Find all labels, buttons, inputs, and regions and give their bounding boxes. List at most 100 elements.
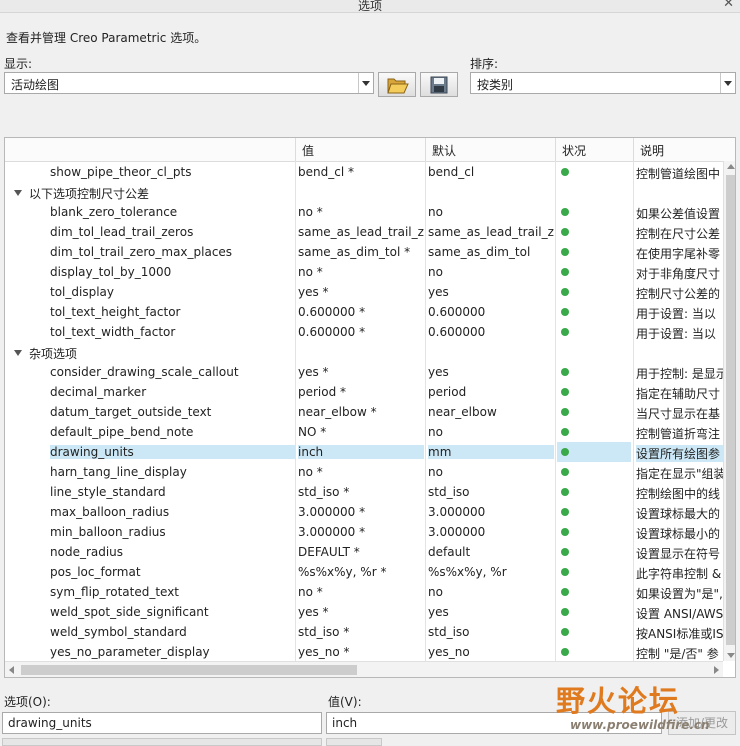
- sort-combo[interactable]: 按类别: [470, 72, 736, 94]
- table-row[interactable]: line_style_standard std_iso * std_iso 控制绘图中…: [5, 482, 723, 502]
- sort-value: 按类别: [477, 78, 514, 92]
- table-row[interactable]: sym_flip_rotated_text no * no 如果设置为"是",: [5, 582, 723, 602]
- table-row[interactable]: node_radius DEFAULT * default 设置显示在符号: [5, 542, 723, 562]
- table-row[interactable]: drawing_units inch mm 设置所有绘图参: [5, 442, 723, 462]
- chevron-down-icon[interactable]: [720, 73, 735, 93]
- option-default: no: [428, 585, 443, 599]
- option-default: bend_cl: [428, 165, 475, 179]
- option-default: no: [428, 205, 443, 219]
- value-input-value: inch: [332, 716, 358, 730]
- option-name: tol_text_width_factor: [50, 325, 176, 339]
- option-default: std_iso: [428, 625, 470, 639]
- status-ok-icon: [561, 248, 569, 256]
- status-ok-icon: [561, 568, 569, 576]
- table-row[interactable]: dim_tol_trail_zero_max_places same_as_dim…: [5, 242, 723, 262]
- horizontal-scrollbar[interactable]: [5, 661, 723, 677]
- option-description: 在使用字尾补零: [636, 247, 721, 261]
- option-name: tol_text_height_factor: [50, 305, 181, 319]
- table-row[interactable]: tol_text_width_factor 0.600000 * 0.600000 用…: [5, 322, 723, 342]
- group-label: 以下选项控制尺寸公差: [29, 187, 150, 201]
- status-ok-icon: [561, 268, 569, 276]
- bottom-edge: [326, 738, 382, 746]
- option-name: max_balloon_radius: [50, 505, 170, 519]
- scroll-down-icon[interactable]: [727, 653, 735, 658]
- table-row[interactable]: show_pipe_theor_cl_pts bend_cl * bend_cl 控制…: [5, 162, 723, 182]
- status-ok-icon: [561, 608, 569, 616]
- option-description: 控制管道绘图中: [636, 167, 721, 181]
- chevron-down-icon[interactable]: [358, 73, 373, 93]
- option-description: 控制绘图中的线: [636, 487, 721, 501]
- save-config-button[interactable]: [420, 72, 458, 97]
- option-value: same_as_lead_trail_zeros: [298, 225, 424, 239]
- option-default: no: [428, 465, 443, 479]
- status-ok-icon: [561, 408, 569, 416]
- table-row[interactable]: pos_loc_format %s%x%y, %r * %s%x%y, %r 此字符串…: [5, 562, 723, 582]
- header-default[interactable]: 默认: [432, 142, 456, 159]
- scroll-left-icon[interactable]: [9, 666, 14, 674]
- table-row[interactable]: blank_zero_tolerance no * no 如果公差值设置: [5, 202, 723, 222]
- option-description: 设置显示在符号: [636, 547, 721, 561]
- table-row[interactable]: weld_symbol_standard std_iso * std_iso 按ANS…: [5, 622, 723, 642]
- display-combo[interactable]: 活动绘图: [4, 72, 374, 94]
- table-row[interactable]: yes_no_parameter_display yes_no * yes_no 控制…: [5, 642, 723, 662]
- option-value: 3.000000 *: [298, 525, 366, 539]
- table-row[interactable]: tol_text_height_factor 0.600000 * 0.600000…: [5, 302, 723, 322]
- table-row[interactable]: tol_display yes * yes 控制尺寸公差的: [5, 282, 723, 302]
- status-ok-icon: [561, 648, 569, 656]
- options-table: 值 默认 状况 说明 show_pipe_theor_cl_pts bend_cl…: [4, 137, 736, 678]
- header-description[interactable]: 说明: [640, 142, 664, 159]
- table-row[interactable]: consider_drawing_scale_callout yes * yes 用于…: [5, 362, 723, 382]
- option-default: yes: [428, 285, 449, 299]
- header-value[interactable]: 值: [302, 142, 314, 159]
- option-label: 选项(O):: [4, 695, 51, 709]
- expand-triangle-icon[interactable]: [14, 190, 22, 196]
- status-ok-icon: [561, 448, 569, 456]
- status-ok-icon: [561, 528, 569, 536]
- table-row[interactable]: datum_target_outside_text near_elbow * nea…: [5, 402, 723, 422]
- table-group-row[interactable]: 以下选项控制尺寸公差: [5, 182, 723, 202]
- table-row[interactable]: dim_tol_lead_trail_zeros same_as_lead_tra…: [5, 222, 723, 242]
- scroll-thumb-horizontal[interactable]: [21, 665, 357, 675]
- status-ok-icon: [561, 328, 569, 336]
- table-row[interactable]: min_balloon_radius 3.000000 * 3.000000 设置球标…: [5, 522, 723, 542]
- option-value: same_as_dim_tol *: [298, 245, 411, 259]
- option-description: 用于控制: 是显示: [636, 367, 723, 381]
- option-default: 3.000000: [428, 505, 486, 519]
- table-row[interactable]: display_tol_by_1000 no * no 对于非角度尺寸: [5, 262, 723, 282]
- header-status[interactable]: 状况: [562, 142, 586, 159]
- watermark-url: www.proewildfire.cn: [570, 718, 710, 732]
- scroll-up-icon[interactable]: [727, 164, 735, 169]
- table-row[interactable]: harn_tang_line_display no * no 指定在显示"组装: [5, 462, 723, 482]
- table-row[interactable]: max_balloon_radius 3.000000 * 3.000000 设置球标…: [5, 502, 723, 522]
- option-value: 3.000000 *: [298, 505, 366, 519]
- scroll-thumb[interactable]: [726, 175, 735, 645]
- expand-triangle-icon[interactable]: [14, 350, 22, 356]
- option-default: no: [428, 425, 443, 439]
- option-default: yes_no: [428, 645, 470, 659]
- option-default: 0.600000: [428, 305, 486, 319]
- table-row[interactable]: default_pipe_bend_note NO * no 控制管道折弯注: [5, 422, 723, 442]
- table-row[interactable]: weld_spot_side_significant yes * yes 设置 ANS…: [5, 602, 723, 622]
- table-group-row[interactable]: 杂项选项: [5, 342, 723, 362]
- vertical-scrollbar[interactable]: [723, 161, 735, 661]
- option-description: 控制在尺寸公差: [636, 227, 721, 241]
- option-description: 设置 ANSI/AWS: [636, 607, 723, 621]
- option-value: NO *: [298, 425, 327, 439]
- option-default: %s%x%y, %r: [428, 565, 507, 579]
- option-default: yes: [428, 365, 449, 379]
- option-name: node_radius: [50, 545, 124, 559]
- option-description: 指定在显示"组装: [636, 467, 723, 481]
- option-value: near_elbow *: [298, 405, 377, 419]
- option-input[interactable]: drawing_units: [2, 712, 322, 734]
- table-row[interactable]: decimal_marker period * period 指定在辅助尺寸: [5, 382, 723, 402]
- option-description: 按ANSI标准或IS: [636, 627, 723, 641]
- option-value: no *: [298, 205, 323, 219]
- close-icon[interactable]: ✕: [723, 0, 734, 11]
- option-description: 此字符串控制 &: [636, 567, 722, 581]
- scroll-right-icon[interactable]: [714, 666, 719, 674]
- option-name: line_style_standard: [50, 485, 166, 499]
- option-value: %s%x%y, %r *: [298, 565, 387, 579]
- open-config-button[interactable]: [378, 72, 416, 97]
- option-default: default: [428, 545, 471, 559]
- option-value: std_iso *: [298, 485, 350, 499]
